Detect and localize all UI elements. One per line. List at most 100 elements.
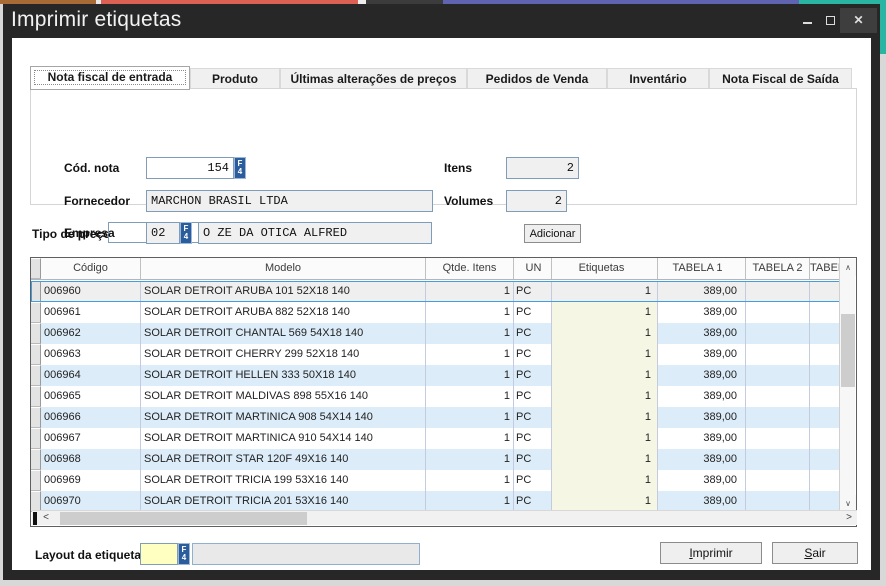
row-indicator[interactable] xyxy=(31,344,41,365)
cell-etiquetas[interactable]: 1 xyxy=(552,428,658,449)
cell-tabela2[interactable] xyxy=(746,407,810,428)
cell-tabela2[interactable] xyxy=(746,491,810,512)
cell-tabela2[interactable] xyxy=(746,386,810,407)
cell-tabela2[interactable] xyxy=(746,449,810,470)
column-header-codigo[interactable]: Código xyxy=(41,258,141,279)
row-indicator[interactable] xyxy=(31,323,41,344)
table-row[interactable]: 006970SOLAR DETROIT TRICIA 201 53X16 140… xyxy=(31,491,840,512)
row-indicator[interactable] xyxy=(31,428,41,449)
cell-codigo[interactable]: 006970 xyxy=(41,491,141,512)
column-header-tabela-3[interactable]: TABELA 3 xyxy=(810,258,840,279)
cell-tabela2[interactable] xyxy=(746,470,810,491)
cell-tabela1[interactable]: 389,00 xyxy=(658,428,746,449)
cell-etiquetas[interactable]: 1 xyxy=(552,365,658,386)
column-header-qtde-itens[interactable]: Qtde. Itens xyxy=(426,258,514,279)
grid-hscrollbar[interactable]: < > xyxy=(32,510,857,525)
cell-tabela1[interactable]: 389,00 xyxy=(658,323,746,344)
cell-qtde[interactable]: 1 xyxy=(426,344,514,365)
cell-tabela1[interactable]: 389,00 xyxy=(658,449,746,470)
layout-f4-lookup-icon[interactable]: F 4 xyxy=(178,543,190,565)
cell-un[interactable]: PC xyxy=(514,470,552,491)
cell-qtde[interactable]: 1 xyxy=(426,449,514,470)
cell-codigo[interactable]: 006964 xyxy=(41,365,141,386)
cell-un[interactable]: PC xyxy=(514,281,552,302)
table-row[interactable]: 006961SOLAR DETROIT ARUBA 882 52X18 1401… xyxy=(31,302,840,323)
close-button[interactable]: ✕ xyxy=(840,8,877,33)
cell-etiquetas[interactable]: 1 xyxy=(552,344,658,365)
cell-codigo[interactable]: 006968 xyxy=(41,449,141,470)
table-row[interactable]: 006968SOLAR DETROIT STAR 120F 49X16 1401… xyxy=(31,449,840,470)
cell-etiquetas[interactable]: 1 xyxy=(552,491,658,512)
grid-vscrollbar[interactable]: ∧ ∨ xyxy=(839,259,855,512)
tab-produto[interactable]: Produto xyxy=(190,68,280,89)
column-header-etiquetas[interactable]: Etiquetas xyxy=(552,258,658,279)
cell-tabela1[interactable]: 389,00 xyxy=(658,386,746,407)
cell-tabela2[interactable] xyxy=(746,323,810,344)
cell-tabela3[interactable] xyxy=(810,281,840,302)
column-header-tabela-2[interactable]: TABELA 2 xyxy=(746,258,810,279)
cell-codigo[interactable]: 006967 xyxy=(41,428,141,449)
cell-tabela3[interactable] xyxy=(810,428,840,449)
cell-codigo[interactable]: 006963 xyxy=(41,344,141,365)
cell-un[interactable]: PC xyxy=(514,386,552,407)
cell-modelo[interactable]: SOLAR DETROIT MARTINICA 910 54X14 140 xyxy=(141,428,426,449)
row-indicator[interactable] xyxy=(31,407,41,428)
hscroll-left-icon[interactable]: < xyxy=(39,511,53,525)
cell-un[interactable]: PC xyxy=(514,491,552,512)
cell-tabela1[interactable]: 389,00 xyxy=(658,302,746,323)
table-row[interactable]: 006962SOLAR DETROIT CHANTAL 569 54X18 14… xyxy=(31,323,840,344)
table-row[interactable]: 006965SOLAR DETROIT MALDIVAS 898 55X16 1… xyxy=(31,386,840,407)
row-indicator[interactable] xyxy=(31,302,41,323)
cell-tabela1[interactable]: 389,00 xyxy=(658,344,746,365)
column-header-tabela-1[interactable]: TABELA 1 xyxy=(658,258,746,279)
vscroll-up-icon[interactable]: ∧ xyxy=(840,259,856,276)
table-row[interactable]: 006964SOLAR DETROIT HELLEN 333 50X18 140… xyxy=(31,365,840,386)
cell-tabela3[interactable] xyxy=(810,302,840,323)
cell-tabela3[interactable] xyxy=(810,386,840,407)
cell-codigo[interactable]: 006966 xyxy=(41,407,141,428)
table-row[interactable]: 006967SOLAR DETROIT MARTINICA 910 54X14 … xyxy=(31,428,840,449)
cell-qtde[interactable]: 1 xyxy=(426,386,514,407)
row-indicator[interactable] xyxy=(31,470,41,491)
cell-tabela2[interactable] xyxy=(746,302,810,323)
cell-un[interactable]: PC xyxy=(514,407,552,428)
cell-tabela3[interactable] xyxy=(810,344,840,365)
cell-qtde[interactable]: 1 xyxy=(426,281,514,302)
cell-qtde[interactable]: 1 xyxy=(426,428,514,449)
cell-modelo[interactable]: SOLAR DETROIT ARUBA 882 52X18 140 xyxy=(141,302,426,323)
hscroll-right-icon[interactable]: > xyxy=(842,511,856,525)
cell-tabela3[interactable] xyxy=(810,470,840,491)
cell-un[interactable]: PC xyxy=(514,302,552,323)
tab-inventario[interactable]: Inventário xyxy=(607,68,709,89)
table-row[interactable]: 006966SOLAR DETROIT MARTINICA 908 54X14 … xyxy=(31,407,840,428)
cell-etiquetas[interactable]: 1 xyxy=(552,386,658,407)
cell-modelo[interactable]: SOLAR DETROIT CHERRY 299 52X18 140 xyxy=(141,344,426,365)
cell-modelo[interactable]: SOLAR DETROIT MARTINICA 908 54X14 140 xyxy=(141,407,426,428)
cell-modelo[interactable]: SOLAR DETROIT HELLEN 333 50X18 140 xyxy=(141,365,426,386)
cell-un[interactable]: PC xyxy=(514,428,552,449)
row-indicator[interactable] xyxy=(31,491,41,512)
row-indicator[interactable] xyxy=(31,281,41,302)
sair-button[interactable]: Sair xyxy=(772,542,858,564)
row-indicator[interactable] xyxy=(31,386,41,407)
cell-tabela3[interactable] xyxy=(810,491,840,512)
cell-qtde[interactable]: 1 xyxy=(426,470,514,491)
empresa-f4-lookup-icon[interactable]: F 4 xyxy=(180,222,192,244)
cell-etiquetas[interactable]: 1 xyxy=(552,302,658,323)
imprimir-button[interactable]: Imprimir xyxy=(660,542,762,564)
column-header-un[interactable]: UN xyxy=(514,258,552,279)
cell-etiquetas[interactable]: 1 xyxy=(552,323,658,344)
cell-tabela2[interactable] xyxy=(746,365,810,386)
table-row[interactable]: 006969SOLAR DETROIT TRICIA 199 53X16 140… xyxy=(31,470,840,491)
tab-ultimas-alteracoes-de-precos[interactable]: Últimas alterações de preços xyxy=(280,68,467,89)
cell-codigo[interactable]: 006960 xyxy=(41,281,141,302)
cell-modelo[interactable]: SOLAR DETROIT STAR 120F 49X16 140 xyxy=(141,449,426,470)
cell-un[interactable]: PC xyxy=(514,449,552,470)
cell-modelo[interactable]: SOLAR DETROIT TRICIA 199 53X16 140 xyxy=(141,470,426,491)
cell-tabela3[interactable] xyxy=(810,407,840,428)
cell-qtde[interactable]: 1 xyxy=(426,365,514,386)
cell-qtde[interactable]: 1 xyxy=(426,302,514,323)
cell-un[interactable]: PC xyxy=(514,365,552,386)
column-header-modelo[interactable]: Modelo xyxy=(141,258,426,279)
cell-etiquetas[interactable]: 1 xyxy=(552,407,658,428)
